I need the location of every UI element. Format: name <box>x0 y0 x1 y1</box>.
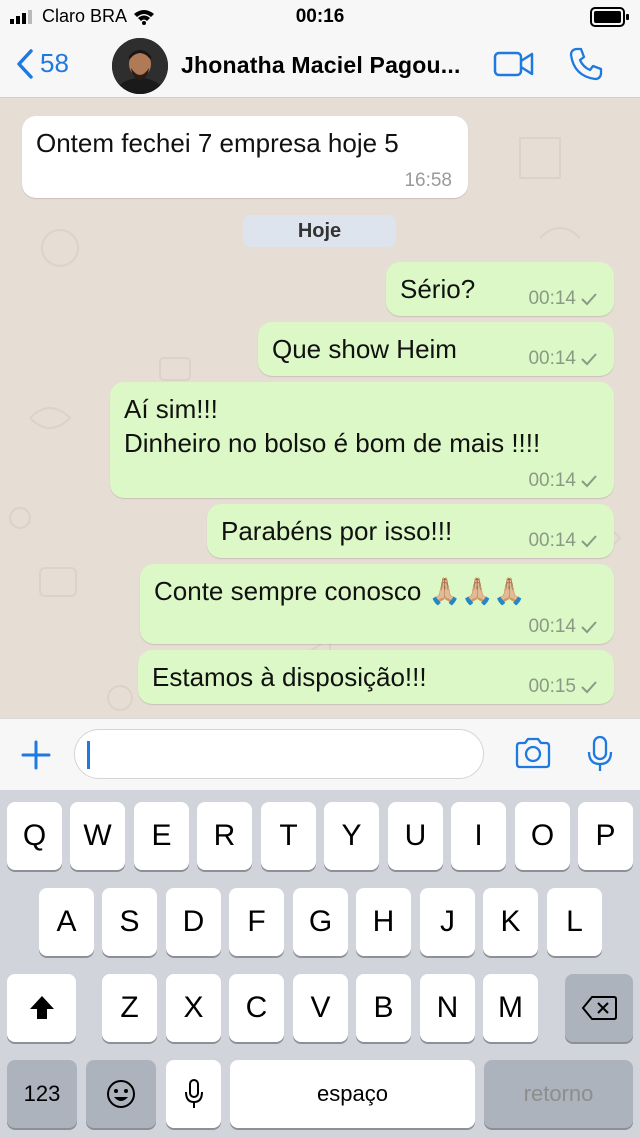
voice-call-button[interactable] <box>568 46 604 87</box>
key-y[interactable]: Y <box>324 802 379 870</box>
camera-button[interactable] <box>514 737 552 774</box>
message-bubble-outgoing[interactable]: Sério? 00:14 <box>386 262 614 316</box>
read-check-icon <box>581 353 597 366</box>
message-text: Sério? <box>400 274 476 304</box>
key-q[interactable]: Q <box>7 802 62 870</box>
date-separator: Hoje <box>243 215 396 247</box>
key-v[interactable]: V <box>293 974 348 1042</box>
message-input[interactable] <box>74 729 484 779</box>
back-button[interactable]: 58 <box>16 48 69 79</box>
message-meta: 00:14 <box>528 616 598 638</box>
message-time: 00:14 <box>528 530 576 551</box>
read-check-icon <box>581 475 597 488</box>
contact-name[interactable]: Jhonatha Maciel Pagou... <box>181 52 461 79</box>
key-r[interactable]: R <box>197 802 252 870</box>
back-chevron-icon <box>17 48 33 79</box>
backspace-key[interactable] <box>565 974 633 1042</box>
message-bubble-outgoing[interactable]: Parabéns por isso!!! 00:14 <box>207 504 614 558</box>
message-meta: 00:15 <box>528 676 598 698</box>
status-time: 00:16 <box>295 6 345 27</box>
message-meta: 00:14 <box>528 530 598 552</box>
key-u[interactable]: U <box>388 802 443 870</box>
message-bubble-incoming[interactable]: Ontem fechei 7 empresa hoje 5 16:58 <box>22 116 468 198</box>
message-meta: 16:58 <box>404 170 452 192</box>
message-time: 00:14 <box>528 348 576 369</box>
key-b[interactable]: B <box>356 974 411 1042</box>
key-w[interactable]: W <box>70 802 125 870</box>
microphone-icon <box>587 735 613 771</box>
message-time: 00:14 <box>528 288 576 309</box>
message-bubble-outgoing[interactable]: Estamos à disposição!!! 00:15 <box>138 650 614 704</box>
message-meta: 00:14 <box>528 348 598 370</box>
message-time: 16:58 <box>404 170 452 191</box>
message-text: Aí sim!!! Dinheiro no bolso é bom de mai… <box>124 392 540 460</box>
shift-icon <box>29 996 54 1019</box>
battery-icon <box>590 7 630 32</box>
voice-message-button[interactable] <box>586 735 614 778</box>
message-time: 00:14 <box>528 616 576 637</box>
plus-icon <box>21 740 51 770</box>
key-a[interactable]: A <box>39 888 94 956</box>
video-call-button[interactable] <box>493 50 535 83</box>
key-p[interactable]: P <box>578 802 633 870</box>
message-line: Dinheiro no bolso é bom de mais !!!! <box>124 428 541 458</box>
emoji-key[interactable] <box>86 1060 156 1128</box>
read-check-icon <box>581 681 597 694</box>
numbers-key[interactable]: 123 <box>7 1060 77 1128</box>
key-z[interactable]: Z <box>102 974 157 1042</box>
key-t[interactable]: T <box>261 802 316 870</box>
shift-key[interactable] <box>7 974 76 1042</box>
key-h[interactable]: H <box>356 888 411 956</box>
camera-icon <box>515 737 551 769</box>
read-check-icon <box>581 293 597 306</box>
key-f[interactable]: F <box>229 888 284 956</box>
key-i[interactable]: I <box>451 802 506 870</box>
space-key[interactable]: espaço <box>230 1060 475 1128</box>
keyboard: Q W E R T Y U I O P A S D F G H J K L Z … <box>0 790 640 1138</box>
contact-avatar[interactable] <box>112 38 168 94</box>
status-bar: Claro BRA 00:16 <box>0 0 640 34</box>
message-line: Aí sim!!! <box>124 394 218 424</box>
message-time: 00:14 <box>528 470 576 491</box>
key-e[interactable]: E <box>134 802 189 870</box>
chat-area[interactable]: Ontem fechei 7 empresa hoje 5 16:58 Hoje… <box>0 98 640 718</box>
chat-header: 58 Jhonatha Maciel Pagou... <box>0 34 640 98</box>
message-meta: 00:14 <box>528 470 598 492</box>
attach-button[interactable] <box>20 739 52 776</box>
key-s[interactable]: S <box>102 888 157 956</box>
key-x[interactable]: X <box>166 974 221 1042</box>
text-caret <box>87 741 90 769</box>
message-text: Que show Heim <box>272 334 457 364</box>
key-m[interactable]: M <box>483 974 538 1042</box>
video-call-icon <box>493 51 534 77</box>
backspace-icon <box>581 996 617 1020</box>
return-key[interactable]: retorno <box>484 1060 633 1128</box>
read-check-icon <box>581 621 597 634</box>
message-meta: 00:14 <box>528 288 598 310</box>
phone-icon <box>569 47 603 81</box>
message-text: Parabéns por isso!!! <box>221 516 453 546</box>
read-check-icon <box>581 535 597 548</box>
key-d[interactable]: D <box>166 888 221 956</box>
message-text: Estamos à disposição!!! <box>152 662 427 692</box>
message-bubble-outgoing[interactable]: Que show Heim 00:14 <box>258 322 614 376</box>
key-n[interactable]: N <box>420 974 475 1042</box>
dictation-icon <box>184 1079 203 1108</box>
key-c[interactable]: C <box>229 974 284 1042</box>
dictation-key[interactable] <box>166 1060 221 1128</box>
message-bubble-outgoing[interactable]: Conte sempre conosco 🙏🏼🙏🏼🙏🏼 00:14 <box>140 564 614 644</box>
key-j[interactable]: J <box>420 888 475 956</box>
unread-count: 58 <box>40 48 69 78</box>
message-time: 00:15 <box>528 676 576 697</box>
message-text: Conte sempre conosco 🙏🏼🙏🏼🙏🏼 <box>154 576 526 606</box>
message-bubble-outgoing[interactable]: Aí sim!!! Dinheiro no bolso é bom de mai… <box>110 382 614 498</box>
message-input-bar <box>0 718 640 790</box>
key-g[interactable]: G <box>293 888 348 956</box>
key-o[interactable]: O <box>515 802 570 870</box>
key-k[interactable]: K <box>483 888 538 956</box>
key-l[interactable]: L <box>547 888 602 956</box>
emoji-icon <box>107 1080 135 1108</box>
message-text: Ontem fechei 7 empresa hoje 5 <box>36 128 399 158</box>
